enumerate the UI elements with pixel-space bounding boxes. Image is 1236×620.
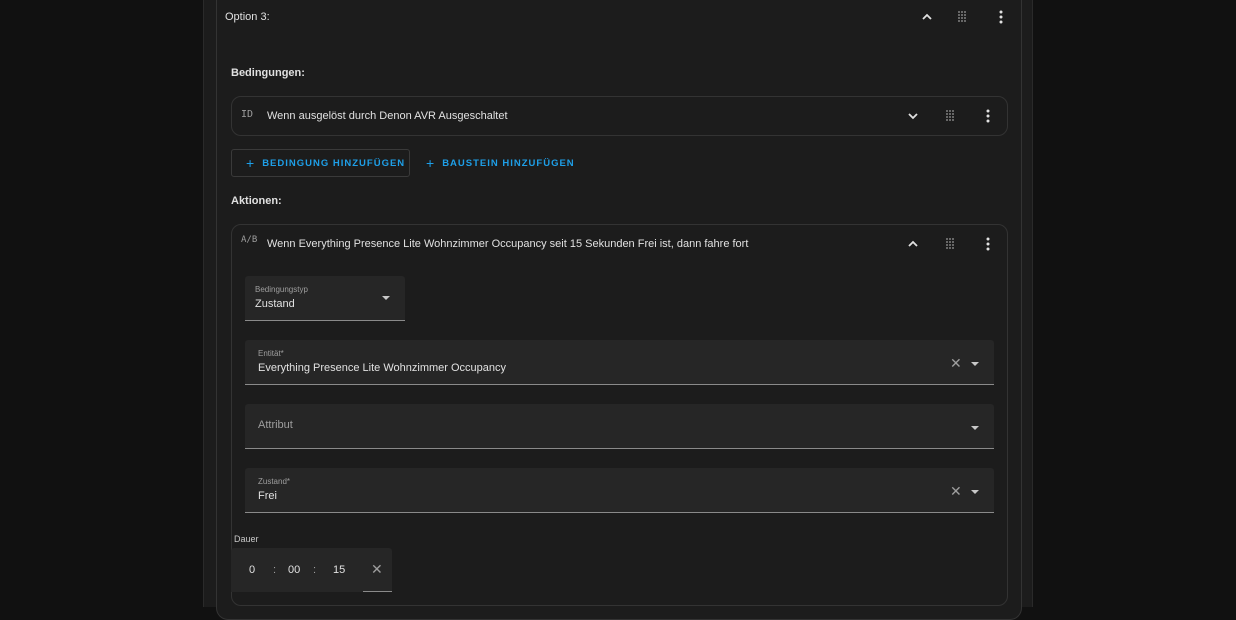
entity-value: Everything Presence Lite Wohnzimmer Occu… <box>258 362 507 374</box>
duration-separator: : <box>273 564 277 576</box>
collapse-action-button[interactable] <box>901 232 925 256</box>
add-block-label: BAUSTEIN HINZUFÜGEN <box>442 157 575 169</box>
expand-condition-button[interactable] <box>901 104 925 128</box>
plus-icon: + <box>246 155 255 171</box>
duration-seconds[interactable]: 15 <box>333 564 345 576</box>
duration-hours[interactable]: 0 <box>249 564 255 576</box>
attribute-placeholder: Attribut <box>258 419 293 431</box>
action-header[interactable]: A/B Wenn Everything Presence Lite Wohnzi… <box>232 225 1007 263</box>
option-header[interactable]: Option 3: <box>217 0 1021 36</box>
dots-vertical-icon <box>999 10 1003 24</box>
entity-label: Entität* <box>258 349 284 358</box>
state-field[interactable]: Zustand* Frei ✕ <box>245 468 994 513</box>
duration-minutes[interactable]: 00 <box>288 564 300 576</box>
actions-label: Aktionen: <box>231 195 282 207</box>
action-text: Wenn Everything Presence Lite Wohnzimmer… <box>267 238 749 250</box>
close-icon[interactable]: ✕ <box>371 562 383 576</box>
drag-handle-icon <box>958 11 966 22</box>
condition-type-select[interactable]: Bedingungstyp Zustand <box>245 276 405 321</box>
option-card: Option 3: Bedingungen: ID Wenn ausgelöst… <box>216 0 1022 620</box>
duration-label: Dauer <box>234 534 259 544</box>
dots-vertical-icon <box>986 237 990 251</box>
main-content: Option 3: Bedingungen: ID Wenn ausgelöst… <box>203 0 1033 620</box>
duration-input: 0 : 00 : 15 ✕ <box>231 548 392 592</box>
chevron-up-icon <box>922 13 932 20</box>
conditions-label: Bedingungen: <box>231 67 305 79</box>
drag-condition-handle[interactable] <box>938 104 962 128</box>
entity-field[interactable]: Entität* Everything Presence Lite Wohnzi… <box>245 340 994 385</box>
close-icon[interactable]: ✕ <box>950 356 962 370</box>
dropdown-arrow-icon <box>382 296 390 300</box>
chevron-up-icon <box>908 240 918 247</box>
action-menu-button[interactable] <box>976 232 1000 256</box>
condition-text: Wenn ausgelöst durch Denon AVR Ausgescha… <box>267 110 508 122</box>
clear-duration-button[interactable]: ✕ <box>363 548 392 592</box>
add-condition-button[interactable]: + BEDINGUNG HINZUFÜGEN <box>231 149 410 177</box>
dropdown-arrow-icon[interactable] <box>971 490 979 494</box>
condition-row[interactable]: ID Wenn ausgelöst durch Denon AVR Ausges… <box>231 96 1008 136</box>
option-title: Option 3: <box>225 11 270 23</box>
add-block-button[interactable]: + BAUSTEIN HINZUFÜGEN <box>424 149 575 177</box>
condition-type-label: Bedingungstyp <box>255 285 308 294</box>
duration-separator: : <box>313 564 317 576</box>
state-value: Frei <box>258 490 277 502</box>
trigger-id-icon: ID <box>241 109 254 120</box>
plus-icon: + <box>426 155 435 171</box>
dots-vertical-icon <box>986 109 990 123</box>
drag-handle-icon <box>946 238 954 249</box>
option-menu-button[interactable] <box>989 5 1013 29</box>
ab-condition-icon: A/B <box>241 235 258 245</box>
dropdown-arrow-icon[interactable] <box>971 426 979 430</box>
close-icon[interactable]: ✕ <box>950 484 962 498</box>
drag-option-handle[interactable] <box>950 5 974 29</box>
chevron-down-icon <box>908 113 918 120</box>
condition-menu-button[interactable] <box>976 104 1000 128</box>
drag-handle-icon <box>946 110 954 121</box>
dropdown-arrow-icon[interactable] <box>971 362 979 366</box>
collapse-option-button[interactable] <box>915 5 939 29</box>
state-label: Zustand* <box>258 477 291 486</box>
add-condition-label: BEDINGUNG HINZUFÜGEN <box>262 157 406 169</box>
attribute-field[interactable]: Attribut <box>245 404 994 449</box>
condition-type-value: Zustand <box>255 298 295 310</box>
drag-action-handle[interactable] <box>938 232 962 256</box>
